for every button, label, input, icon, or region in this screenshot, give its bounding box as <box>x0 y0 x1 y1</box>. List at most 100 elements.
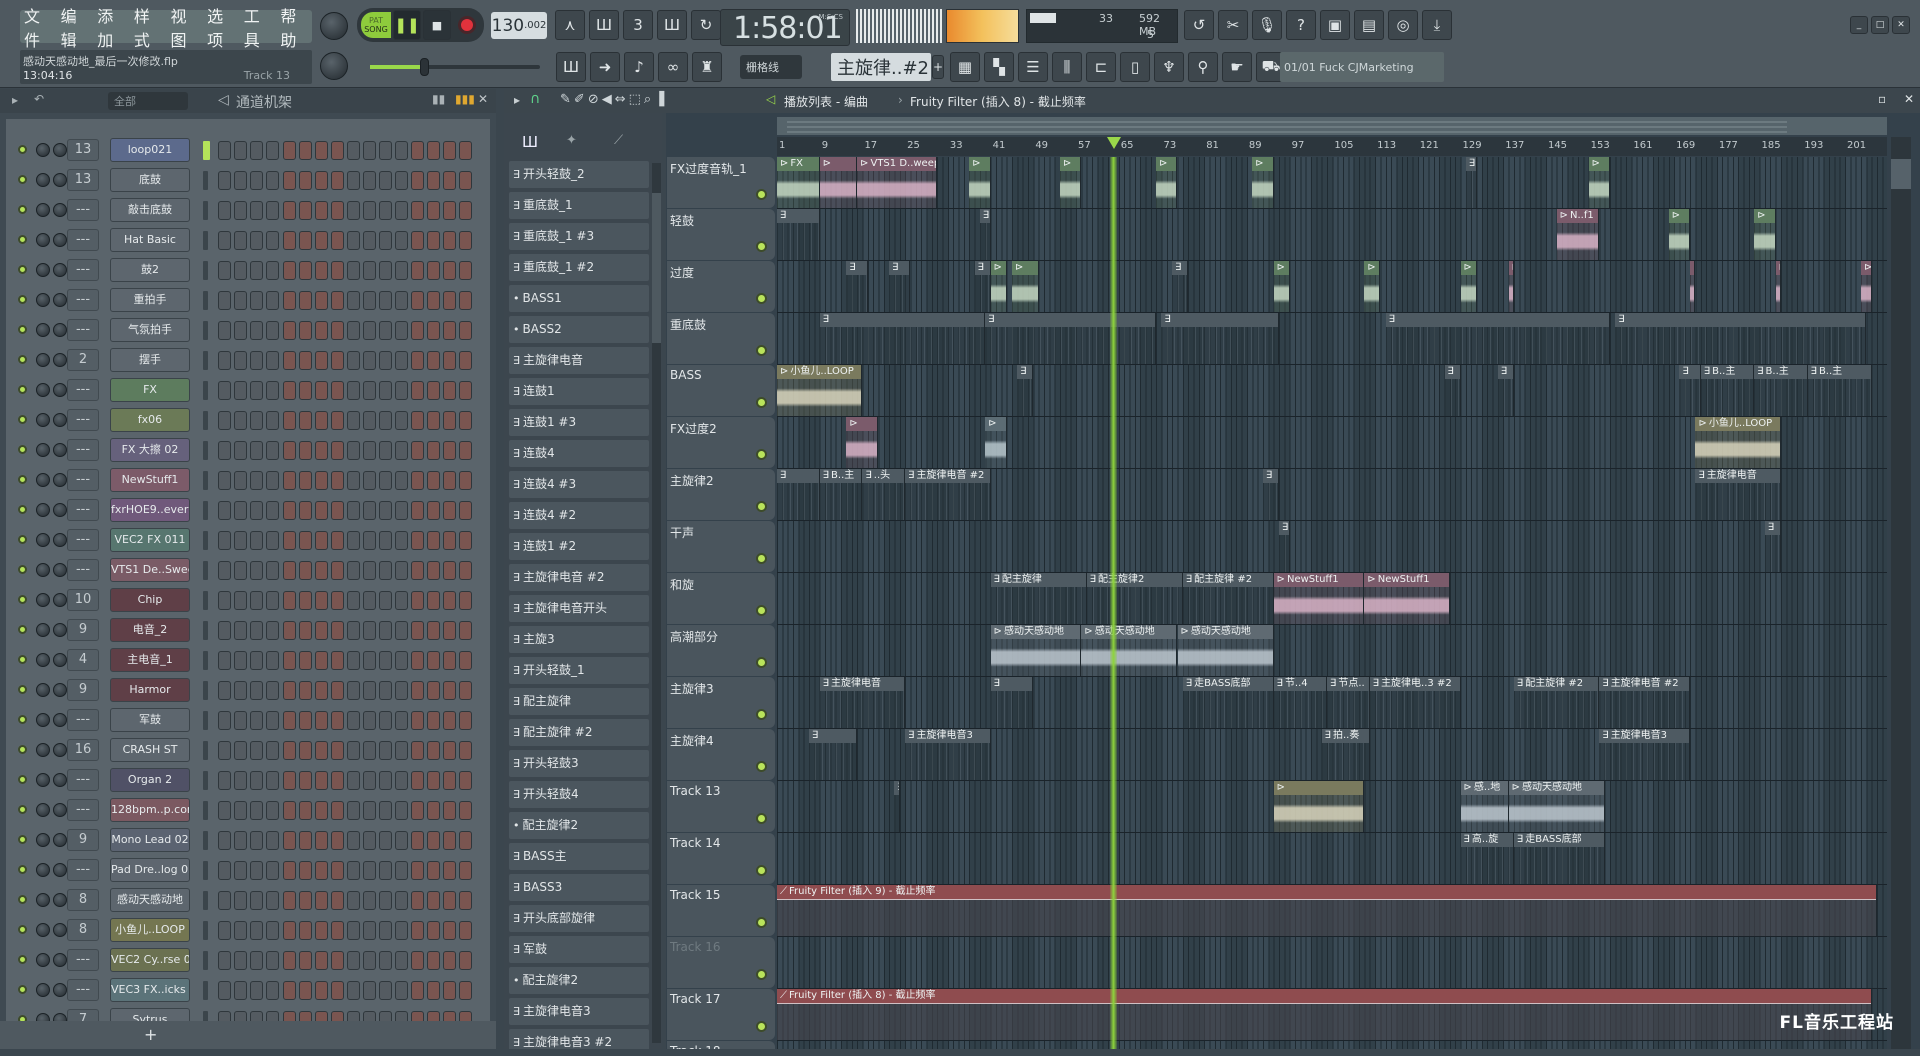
step-button[interactable] <box>234 651 247 670</box>
step-button[interactable] <box>459 771 472 790</box>
step-button[interactable] <box>363 291 376 310</box>
channel-mute-led[interactable] <box>18 655 27 664</box>
step-button[interactable] <box>283 261 296 280</box>
step-button[interactable] <box>459 981 472 1000</box>
step-button[interactable] <box>347 981 360 1000</box>
mixer-track-number[interactable]: --- <box>67 259 99 281</box>
step-button[interactable] <box>266 921 279 940</box>
pat-song-toggle[interactable]: PAT SONG <box>361 12 391 38</box>
playlist-clip[interactable]: ∃ <box>1679 365 1701 416</box>
channel-pan-knob[interactable] <box>53 443 67 457</box>
channel-mute-led[interactable] <box>18 445 27 454</box>
step-button[interactable] <box>395 681 408 700</box>
channel-select-indicator[interactable] <box>203 531 208 550</box>
channel-name-button[interactable]: FX <box>110 378 190 402</box>
step-button[interactable] <box>443 291 456 310</box>
step-button[interactable] <box>266 561 279 580</box>
step-button[interactable] <box>347 381 360 400</box>
track-header[interactable]: 主旋律3 <box>667 677 775 728</box>
step-button[interactable] <box>331 861 344 880</box>
channel-row[interactable]: 9 Mono Lead 02 <box>6 825 490 855</box>
browser-icon[interactable]: ⊏ <box>1086 52 1116 82</box>
step-button[interactable] <box>411 261 424 280</box>
step-button[interactable] <box>331 1011 344 1021</box>
help-icon[interactable]: ? <box>1286 10 1316 40</box>
step-button[interactable] <box>427 921 440 940</box>
channel-pan-knob[interactable] <box>53 923 67 937</box>
playlist-clip[interactable]: ⊳ FX <box>777 157 820 208</box>
channel-select-indicator[interactable] <box>203 411 208 430</box>
step-button[interactable] <box>379 681 392 700</box>
channel-row[interactable]: 2 摆手 <box>6 345 490 375</box>
channel-select-indicator[interactable] <box>203 141 210 160</box>
playlist-clip[interactable]: ⊳ <box>1690 261 1696 312</box>
step-button[interactable] <box>234 1011 247 1021</box>
mixer-track-number[interactable]: 2 <box>67 349 99 371</box>
step-button[interactable] <box>363 561 376 580</box>
track-enable-led[interactable] <box>756 241 767 252</box>
step-button[interactable] <box>395 591 408 610</box>
channel-mute-led[interactable] <box>18 955 27 964</box>
step-button[interactable] <box>218 291 231 310</box>
close-icon[interactable]: ✕ <box>478 92 488 106</box>
step-button[interactable] <box>427 561 440 580</box>
step-button[interactable] <box>459 351 472 370</box>
step-button[interactable] <box>459 201 472 220</box>
step-button[interactable] <box>299 681 312 700</box>
record-button[interactable] <box>458 16 476 34</box>
channel-name-button[interactable]: 电音_2 <box>110 618 190 642</box>
track-enable-led[interactable] <box>756 345 767 356</box>
channel-mute-led[interactable] <box>18 475 27 484</box>
step-button[interactable] <box>315 651 328 670</box>
step-button[interactable] <box>234 441 247 460</box>
step-button[interactable] <box>283 321 296 340</box>
mixer-track-number[interactable]: --- <box>67 319 99 341</box>
channel-select-indicator[interactable] <box>203 201 208 220</box>
step-button[interactable] <box>411 531 424 550</box>
step-button[interactable] <box>411 981 424 1000</box>
mixer-track-number[interactable]: --- <box>67 859 99 881</box>
channel-row[interactable]: --- 敲击底鼓 <box>6 195 490 225</box>
channel-pan-knob[interactable] <box>53 893 67 907</box>
mixer-track-number[interactable]: 13 <box>67 169 99 191</box>
track-enable-led[interactable] <box>756 293 767 304</box>
step-button[interactable] <box>379 801 392 820</box>
step-button[interactable] <box>347 201 360 220</box>
channel-name-button[interactable]: VEC2 FX 011 <box>110 528 190 552</box>
pattern-item[interactable]: ∃ 连鼓4 #2 <box>509 502 649 529</box>
step-button[interactable] <box>331 141 344 160</box>
step-button[interactable] <box>459 921 472 940</box>
step-button[interactable] <box>443 771 456 790</box>
slide-icon[interactable]: ♪ <box>624 52 654 82</box>
pattern-item[interactable]: ∃ 主旋律电音3 #2 <box>509 1029 649 1049</box>
step-button[interactable] <box>299 141 312 160</box>
step-button[interactable] <box>283 951 296 970</box>
channel-select-indicator[interactable] <box>203 651 208 670</box>
track-enable-led[interactable] <box>756 501 767 512</box>
playlist-clip[interactable]: ⊳ NewStuff1 <box>1273 573 1365 624</box>
step-button[interactable] <box>218 471 231 490</box>
playlist-clip[interactable]: ⊳ 小鱼儿..LOOP <box>777 365 863 416</box>
step-button[interactable] <box>395 501 408 520</box>
step-button[interactable] <box>299 891 312 910</box>
step-button[interactable] <box>250 261 263 280</box>
playlist-clip[interactable]: ⊳ <box>1460 261 1477 312</box>
piano-roll-icon[interactable]: Ш <box>556 52 586 82</box>
pattern-item[interactable]: ∃ 连鼓4 <box>509 440 649 467</box>
playlist-clip[interactable]: ⊳ <box>1060 157 1082 208</box>
pattern-item[interactable]: ∃ 主旋律电音 <box>509 347 649 374</box>
step-button[interactable] <box>283 771 296 790</box>
step-button[interactable] <box>315 471 328 490</box>
track-header[interactable]: 主旋律2 <box>667 469 775 520</box>
step-button[interactable] <box>395 951 408 970</box>
channel-name-button[interactable]: Organ 2 <box>110 768 190 792</box>
step-button[interactable] <box>379 501 392 520</box>
step-button[interactable] <box>347 471 360 490</box>
pattern-item[interactable]: ∃ 开头轻鼓_1 <box>509 657 649 684</box>
step-button[interactable] <box>443 921 456 940</box>
playlist-clip[interactable]: ⊳ 小鱼儿..LOOP <box>1695 417 1781 468</box>
channel-row[interactable]: --- 军鼓 <box>6 705 490 735</box>
step-button[interactable] <box>347 141 360 160</box>
step-button[interactable] <box>427 771 440 790</box>
step-button[interactable] <box>395 771 408 790</box>
